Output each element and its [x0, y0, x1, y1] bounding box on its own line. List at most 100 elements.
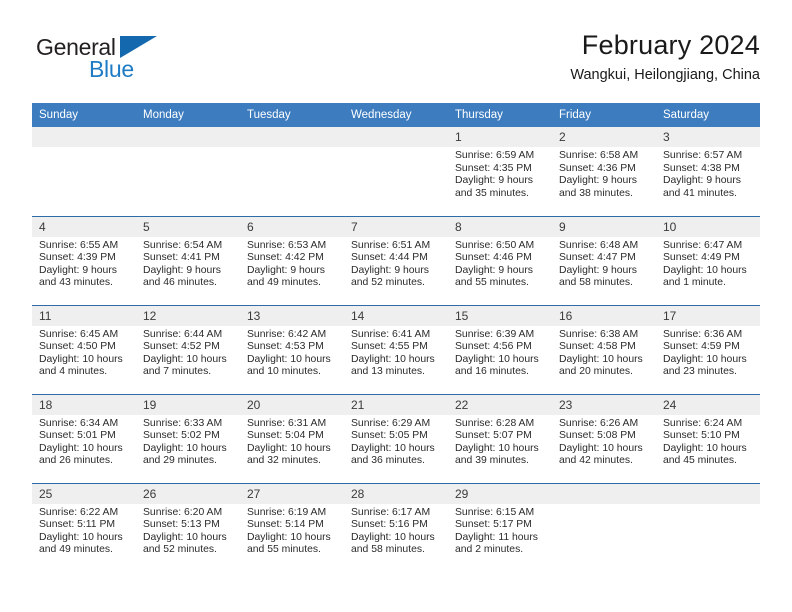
calendar-day-cell[interactable]: 12 Sunrise: 6:44 AM Sunset: 4:52 PM Dayligh…: [136, 304, 240, 394]
sunrise-time: Sunrise: 6:34 AM: [39, 417, 119, 429]
sunrise-time: Sunrise: 6:48 AM: [559, 239, 639, 251]
calendar-day-cell[interactable]: 10 Sunrise: 6:47 AM Sunset: 4:49 PM Dayligh…: [656, 215, 760, 305]
sunset-time: Sunset: 4:59 PM: [663, 341, 740, 353]
logo-text-blue: Blue: [89, 56, 134, 82]
daylight-duration-line2: and 39 minutes.: [455, 455, 529, 467]
sunrise-time: Sunrise: 6:28 AM: [455, 417, 535, 429]
sunrise-time: Sunrise: 6:31 AM: [247, 417, 327, 429]
calendar-day-cell[interactable]: 29 Sunrise: 6:15 AM Sunset: 5:17 PM Dayligh…: [448, 482, 552, 573]
daylight-duration-line2: and 58 minutes.: [351, 544, 425, 556]
day-details: Sunrise: 6:17 AM Sunset: 5:16 PM Daylight:…: [344, 504, 448, 557]
day-cell-inner: 29 Sunrise: 6:15 AM Sunset: 5:17 PM Dayligh…: [448, 483, 552, 573]
day-details: Sunrise: 6:59 AM Sunset: 4:35 PM Daylight:…: [448, 147, 552, 200]
day-number: [32, 127, 136, 147]
calendar-day-cell[interactable]: 14 Sunrise: 6:41 AM Sunset: 4:55 PM Dayligh…: [344, 304, 448, 394]
daylight-duration-line1: Daylight: 9 hours: [143, 264, 221, 276]
day-cell-inner: 9 Sunrise: 6:48 AM Sunset: 4:47 PM Daylight…: [552, 216, 656, 305]
calendar-day-cell-empty: [552, 482, 656, 572]
day-cell-inner: 6 Sunrise: 6:53 AM Sunset: 4:42 PM Daylight…: [240, 216, 344, 305]
day-number: 7: [344, 216, 448, 237]
day-cell-inner: [656, 483, 760, 573]
calendar-day-cell[interactable]: 5 Sunrise: 6:54 AM Sunset: 4:41 PM Daylight…: [136, 215, 240, 305]
weekday-header-friday: Friday: [552, 103, 656, 127]
sunset-time: Sunset: 4:44 PM: [351, 252, 428, 264]
calendar-day-cell[interactable]: 15 Sunrise: 6:39 AM Sunset: 4:56 PM Dayligh…: [448, 304, 552, 394]
daylight-duration-line2: and 23 minutes.: [663, 366, 737, 378]
sunset-time: Sunset: 4:41 PM: [143, 252, 220, 264]
calendar-day-cell[interactable]: 8 Sunrise: 6:50 AM Sunset: 4:46 PM Daylight…: [448, 215, 552, 305]
calendar-day-cell[interactable]: 22 Sunrise: 6:28 AM Sunset: 5:07 PM Dayligh…: [448, 393, 552, 483]
daylight-duration-line1: Daylight: 10 hours: [39, 442, 123, 454]
calendar-day-cell[interactable]: 11 Sunrise: 6:45 AM Sunset: 4:50 PM Dayligh…: [32, 304, 136, 394]
sunrise-time: Sunrise: 6:22 AM: [39, 506, 119, 518]
daylight-duration-line1: Daylight: 11 hours: [455, 531, 538, 543]
calendar-day-cell[interactable]: 20 Sunrise: 6:31 AM Sunset: 5:04 PM Dayligh…: [240, 393, 344, 483]
day-cell-inner: [240, 127, 344, 216]
calendar-day-cell[interactable]: 16 Sunrise: 6:38 AM Sunset: 4:58 PM Dayligh…: [552, 304, 656, 394]
sunrise-time: Sunrise: 6:41 AM: [351, 328, 431, 340]
sunrise-time: Sunrise: 6:19 AM: [247, 506, 327, 518]
daylight-duration-line1: Daylight: 9 hours: [455, 264, 533, 276]
day-number: [552, 483, 656, 504]
calendar-day-cell[interactable]: 25 Sunrise: 6:22 AM Sunset: 5:11 PM Dayligh…: [32, 482, 136, 572]
sunset-time: Sunset: 5:10 PM: [663, 430, 740, 442]
daylight-duration-line1: Daylight: 10 hours: [559, 353, 643, 365]
day-details: Sunrise: 6:57 AM Sunset: 4:38 PM Daylight:…: [656, 147, 760, 200]
day-number: 2: [552, 127, 656, 147]
calendar-day-cell[interactable]: 3 Sunrise: 6:57 AM Sunset: 4:38 PM Daylight…: [656, 127, 760, 216]
calendar-day-cell[interactable]: 28 Sunrise: 6:17 AM Sunset: 5:16 PM Dayligh…: [344, 482, 448, 572]
calendar-day-cell[interactable]: 23 Sunrise: 6:26 AM Sunset: 5:08 PM Dayligh…: [552, 393, 656, 483]
sunrise-time: Sunrise: 6:44 AM: [143, 328, 223, 340]
calendar-day-cell[interactable]: 6 Sunrise: 6:53 AM Sunset: 4:42 PM Daylight…: [240, 215, 344, 305]
calendar-day-cell[interactable]: 17 Sunrise: 6:36 AM Sunset: 4:59 PM Dayligh…: [656, 304, 760, 394]
sunrise-time: Sunrise: 6:58 AM: [559, 150, 639, 161]
daylight-duration-line1: Daylight: 10 hours: [143, 531, 227, 543]
daylight-duration-line2: and 42 minutes.: [559, 455, 633, 467]
day-number: 4: [32, 216, 136, 237]
day-cell-inner: [344, 127, 448, 216]
day-cell-inner: 19 Sunrise: 6:33 AM Sunset: 5:02 PM Dayligh…: [136, 394, 240, 483]
calendar-body: 1 Sunrise: 6:59 AM Sunset: 4:35 PM Daylight…: [32, 127, 760, 572]
day-cell-inner: 22 Sunrise: 6:28 AM Sunset: 5:07 PM Dayligh…: [448, 394, 552, 483]
sunset-time: Sunset: 4:47 PM: [559, 252, 636, 264]
calendar-day-cell[interactable]: 13 Sunrise: 6:42 AM Sunset: 4:53 PM Dayligh…: [240, 304, 344, 394]
daylight-duration-line2: and 1 minute.: [663, 277, 726, 289]
sunrise-time: Sunrise: 6:29 AM: [351, 417, 431, 429]
day-number: [344, 127, 448, 147]
day-number: 29: [448, 483, 552, 504]
calendar-day-cell-empty: [136, 127, 240, 216]
sunset-time: Sunset: 4:46 PM: [455, 252, 532, 264]
day-details: Sunrise: 6:36 AM Sunset: 4:59 PM Daylight:…: [656, 326, 760, 379]
calendar-day-cell[interactable]: 18 Sunrise: 6:34 AM Sunset: 5:01 PM Dayligh…: [32, 393, 136, 483]
day-details: Sunrise: 6:41 AM Sunset: 4:55 PM Daylight:…: [344, 326, 448, 379]
day-details: Sunrise: 6:31 AM Sunset: 5:04 PM Daylight:…: [240, 415, 344, 468]
calendar-day-cell[interactable]: 24 Sunrise: 6:24 AM Sunset: 5:10 PM Dayligh…: [656, 393, 760, 483]
calendar-day-cell[interactable]: 1 Sunrise: 6:59 AM Sunset: 4:35 PM Daylight…: [448, 127, 552, 216]
sunset-time: Sunset: 4:49 PM: [663, 252, 740, 264]
daylight-duration-line1: Daylight: 9 hours: [559, 175, 637, 187]
calendar-day-cell[interactable]: 27 Sunrise: 6:19 AM Sunset: 5:14 PM Dayligh…: [240, 482, 344, 572]
daylight-duration-line2: and 58 minutes.: [559, 277, 633, 289]
sunset-time: Sunset: 5:14 PM: [247, 519, 324, 531]
daylight-duration-line1: Daylight: 9 hours: [247, 264, 325, 276]
day-details: Sunrise: 6:45 AM Sunset: 4:50 PM Daylight:…: [32, 326, 136, 379]
daylight-duration-line2: and 52 minutes.: [143, 544, 217, 556]
calendar-day-cell[interactable]: 9 Sunrise: 6:48 AM Sunset: 4:47 PM Daylight…: [552, 215, 656, 305]
day-details: Sunrise: 6:38 AM Sunset: 4:58 PM Daylight:…: [552, 326, 656, 379]
sunset-time: Sunset: 4:38 PM: [663, 162, 740, 174]
calendar-day-cell[interactable]: 26 Sunrise: 6:20 AM Sunset: 5:13 PM Dayligh…: [136, 482, 240, 572]
calendar-day-cell[interactable]: 19 Sunrise: 6:33 AM Sunset: 5:02 PM Dayligh…: [136, 393, 240, 483]
day-details: Sunrise: 6:22 AM Sunset: 5:11 PM Daylight:…: [32, 504, 136, 557]
calendar-day-cell[interactable]: 2 Sunrise: 6:58 AM Sunset: 4:36 PM Daylight…: [552, 127, 656, 216]
calendar-day-cell[interactable]: 21 Sunrise: 6:29 AM Sunset: 5:05 PM Dayligh…: [344, 393, 448, 483]
daylight-duration-line1: Daylight: 9 hours: [663, 175, 741, 187]
calendar-day-cell[interactable]: 7 Sunrise: 6:51 AM Sunset: 4:44 PM Daylight…: [344, 215, 448, 305]
day-cell-inner: 2 Sunrise: 6:58 AM Sunset: 4:36 PM Daylight…: [552, 127, 656, 216]
calendar-day-cell[interactable]: 4 Sunrise: 6:55 AM Sunset: 4:39 PM Daylight…: [32, 215, 136, 305]
sunset-time: Sunset: 4:58 PM: [559, 341, 636, 353]
day-number: 22: [448, 394, 552, 415]
sunset-time: Sunset: 4:42 PM: [247, 252, 324, 264]
calendar-week-row: 1 Sunrise: 6:59 AM Sunset: 4:35 PM Daylight…: [32, 127, 760, 216]
daylight-duration-line2: and 35 minutes.: [455, 187, 529, 199]
day-number: 9: [552, 216, 656, 237]
